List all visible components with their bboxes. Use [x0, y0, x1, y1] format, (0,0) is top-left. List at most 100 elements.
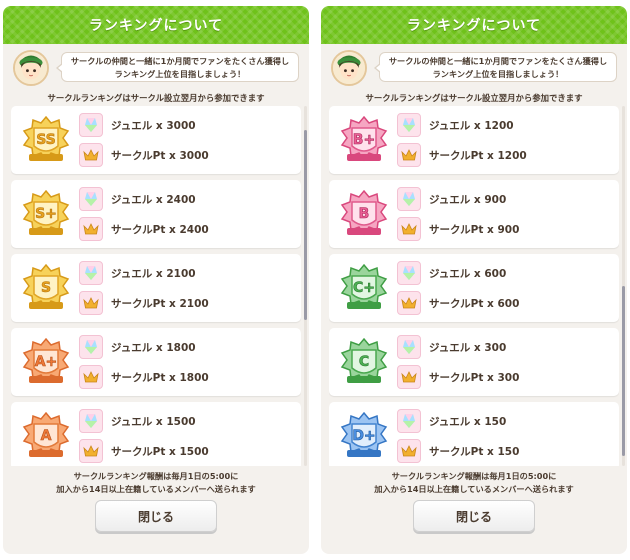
circle-point-amount: サークルPt x 1200: [429, 149, 527, 162]
footer-line-1: サークルランキング報酬は毎月1日の5:00に: [73, 471, 239, 481]
jewel-reward: ジュエル x 900: [397, 186, 506, 212]
jewel-amount: ジュエル x 1200: [429, 119, 514, 132]
participation-notice: サークルランキングはサークル設立翌月から参加できます: [47, 93, 265, 103]
circle-point-reward: サークルPt x 300: [397, 364, 519, 390]
rank-c-badge-icon: C: [339, 336, 389, 388]
reward-row-d-plus: D+ ジュエル x 150 サークルPt x 150: [329, 402, 619, 466]
jewel-amount: ジュエル x 1800: [111, 341, 196, 354]
dialog-title: ランキングについて: [3, 6, 309, 44]
jewel-reward: ジュエル x 2100: [79, 260, 196, 286]
rank-s-plus-badge-icon: S+: [21, 188, 71, 240]
jewel-icon: [79, 113, 103, 137]
jewel-amount: ジュエル x 2400: [111, 193, 196, 206]
jewel-icon: [79, 335, 103, 359]
jewel-reward: ジュエル x 150: [397, 408, 506, 434]
scrollbar[interactable]: [622, 106, 625, 466]
jewel-icon: [79, 187, 103, 211]
circle-point-amount: サークルPt x 300: [429, 371, 520, 384]
circle-point-amount: サークルPt x 1500: [111, 445, 209, 458]
jewel-icon: [397, 409, 421, 433]
dialog-title: ランキングについて: [321, 6, 627, 44]
intro-speech-bubble: サークルの仲間と一緒に1か月間でファンをたくさん獲得し ランキング上位を目指しま…: [374, 52, 617, 82]
rank-label: B: [359, 206, 370, 222]
reward-list[interactable]: B+ ジュエル x 1200 サークルPt x 1200 B ジュエル x 90…: [329, 106, 619, 466]
reward-delivery-note: サークルランキング報酬は毎月1日の5:00に 加入から14日以上在籍しているメン…: [3, 470, 309, 496]
reward-list[interactable]: SS ジュエル x 3000 サークルPt x 3000 S+ ジュエル x 2…: [11, 106, 301, 466]
circle-point-amount: サークルPt x 600: [429, 297, 520, 310]
rank-label: SS: [36, 132, 56, 148]
jewel-icon: [79, 409, 103, 433]
rank-label: A: [41, 428, 52, 444]
jewel-amount: ジュエル x 900: [429, 193, 507, 206]
rank-d-plus-badge-icon: D+: [339, 410, 389, 462]
intro-line-1: サークルの仲間と一緒に1か月間でファンをたくさん獲得し: [388, 56, 608, 66]
circle-point-amount: サークルPt x 2100: [111, 297, 209, 310]
circle-point-reward: サークルPt x 3000: [79, 142, 209, 168]
circle-point-reward: サークルPt x 2100: [79, 290, 209, 316]
rank-label: C: [359, 354, 369, 370]
crown-icon: [79, 291, 103, 315]
crown-icon: [79, 217, 103, 241]
intro-line-2: ランキング上位を目指しましょう！: [114, 69, 246, 79]
crown-icon: [397, 217, 421, 241]
jewel-reward: ジュエル x 1500: [79, 408, 196, 434]
scrollbar-thumb[interactable]: [304, 130, 307, 320]
circle-point-reward: サークルPt x 150: [397, 438, 519, 464]
rank-label: C+: [353, 280, 375, 296]
crown-icon: [397, 365, 421, 389]
jewel-reward: ジュエル x 1800: [79, 334, 196, 360]
jewel-amount: ジュエル x 1500: [111, 415, 196, 428]
circle-point-reward: サークルPt x 1800: [79, 364, 209, 390]
rank-label: A+: [35, 354, 58, 370]
intro-line-1: サークルの仲間と一緒に1か月間でファンをたくさん獲得し: [70, 56, 290, 66]
circle-point-reward: サークルPt x 900: [397, 216, 519, 242]
reward-row-ss: SS ジュエル x 3000 サークルPt x 3000: [11, 106, 301, 174]
rank-label: B+: [353, 132, 375, 148]
crown-icon: [397, 439, 421, 463]
reward-row-b-plus: B+ ジュエル x 1200 サークルPt x 1200: [329, 106, 619, 174]
crown-icon: [79, 143, 103, 167]
rank-label: S: [41, 280, 51, 296]
intro-line-2: ランキング上位を目指しましょう！: [432, 69, 564, 79]
rank-label: D+: [352, 428, 375, 444]
rank-s-badge-icon: S: [21, 262, 71, 314]
rank-label: S+: [35, 206, 57, 222]
circle-point-amount: サークルPt x 150: [429, 445, 520, 458]
ranking-info-dialog-left: ランキングについて サークルの仲間と一緒に1か月間でファンをたくさん獲得し ラン…: [3, 6, 309, 554]
intro-speech-bubble: サークルの仲間と一緒に1か月間でファンをたくさん獲得し ランキング上位を目指しま…: [56, 52, 299, 82]
jewel-icon: [397, 113, 421, 137]
jewel-amount: ジュエル x 3000: [111, 119, 196, 132]
circle-point-amount: サークルPt x 900: [429, 223, 520, 236]
jewel-amount: ジュエル x 600: [429, 267, 507, 280]
circle-point-amount: サークルPt x 3000: [111, 149, 209, 162]
close-button[interactable]: 閉じる: [413, 500, 535, 532]
circle-point-reward: サークルPt x 2400: [79, 216, 209, 242]
intro-section: サークルの仲間と一緒に1か月間でファンをたくさん獲得し ランキング上位を目指しま…: [321, 44, 627, 92]
reward-row-a: A ジュエル x 1500 サークルPt x 1500: [11, 402, 301, 466]
jewel-reward: ジュエル x 600: [397, 260, 506, 286]
jewel-icon: [397, 187, 421, 211]
scrollbar-thumb[interactable]: [622, 286, 625, 456]
footer-line-2: 加入から14日以上在籍しているメンバーへ送られます: [374, 484, 574, 494]
rank-a-plus-badge-icon: A+: [21, 336, 71, 388]
character-avatar: [331, 50, 367, 86]
rank-c-plus-badge-icon: C+: [339, 262, 389, 314]
crown-icon: [397, 143, 421, 167]
scrollbar[interactable]: [304, 106, 307, 466]
jewel-reward: ジュエル x 3000: [79, 112, 196, 138]
ranking-info-dialog-right: ランキングについて サークルの仲間と一緒に1か月間でファンをたくさん獲得し ラン…: [321, 6, 627, 554]
intro-section: サークルの仲間と一緒に1か月間でファンをたくさん獲得し ランキング上位を目指しま…: [3, 44, 309, 92]
reward-row-s: S ジュエル x 2100 サークルPt x 2100: [11, 254, 301, 322]
jewel-icon: [397, 335, 421, 359]
rank-a-badge-icon: A: [21, 410, 71, 462]
rank-ss-badge-icon: SS: [21, 114, 71, 166]
jewel-icon: [397, 261, 421, 285]
reward-row-a-plus: A+ ジュエル x 1800 サークルPt x 1800: [11, 328, 301, 396]
reward-row-s-plus: S+ ジュエル x 2400 サークルPt x 2400: [11, 180, 301, 248]
circle-point-amount: サークルPt x 1800: [111, 371, 209, 384]
reward-row-b: B ジュエル x 900 サークルPt x 900: [329, 180, 619, 248]
circle-point-reward: サークルPt x 1200: [397, 142, 527, 168]
jewel-reward: ジュエル x 2400: [79, 186, 196, 212]
close-button[interactable]: 閉じる: [95, 500, 217, 532]
jewel-amount: ジュエル x 150: [429, 415, 507, 428]
